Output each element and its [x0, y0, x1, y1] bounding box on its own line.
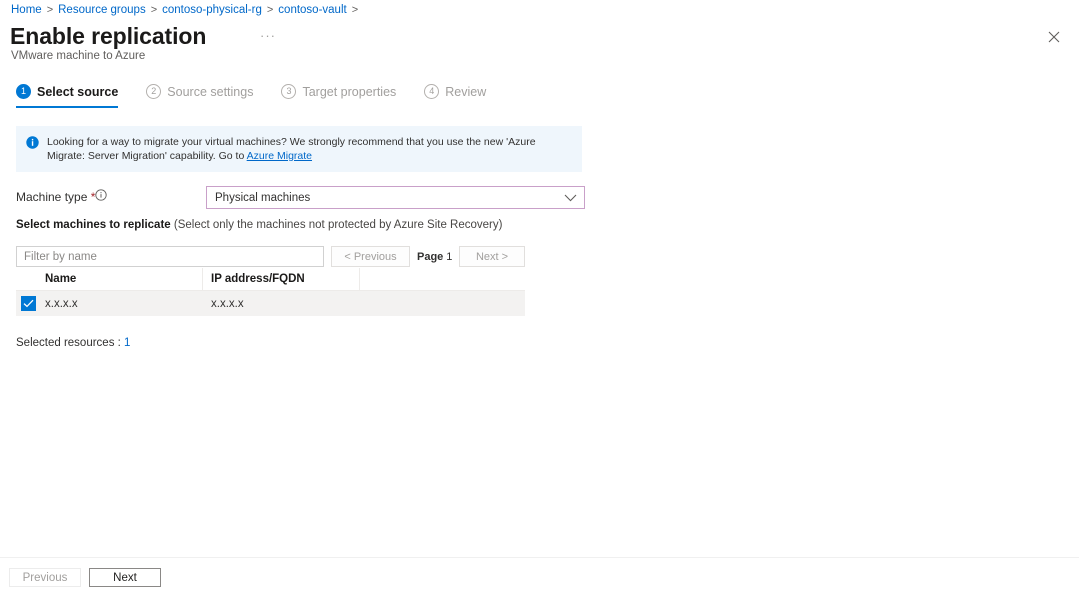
breadcrumb-item-home[interactable]: Home — [11, 2, 42, 18]
table-header-row: Name IP address/FQDN — [16, 267, 525, 291]
table-header-extra — [360, 268, 525, 291]
table-row-checkbox-cell — [16, 296, 45, 311]
breadcrumb: Home > Resource groups > contoso-physica… — [11, 2, 358, 18]
selected-resources: Selected resources : 1 — [16, 337, 130, 349]
table-header-ip-fqdn: IP address/FQDN — [203, 267, 360, 291]
tab-target-properties[interactable]: 3 Target properties — [281, 84, 410, 108]
page-number: 1 — [446, 250, 453, 263]
tab-label: Source settings — [167, 84, 254, 99]
select-machines-label: Select machines to replicate (Select onl… — [16, 217, 502, 233]
tab-number: 1 — [16, 84, 31, 99]
machine-type-dropdown[interactable]: Physical machines — [206, 186, 585, 209]
info-icon — [26, 136, 39, 149]
machine-type-label: Machine type * — [16, 190, 95, 204]
breadcrumb-separator: > — [46, 4, 54, 16]
tab-number: 3 — [281, 84, 297, 99]
machine-type-info-button[interactable] — [95, 188, 107, 206]
info-banner: Looking for a way to migrate your virtua… — [16, 126, 582, 172]
tab-review[interactable]: 4 Review — [424, 84, 500, 108]
breadcrumb-separator: > — [351, 4, 359, 16]
more-options-button[interactable]: ··· — [260, 29, 276, 43]
table-row-name: x.x.x.x — [45, 297, 78, 310]
breadcrumb-item-contoso-vault[interactable]: contoso-vault — [278, 2, 346, 18]
previous-page-button[interactable]: < Previous — [331, 246, 410, 267]
footer-actions: Previous Next — [9, 568, 161, 587]
page-indicator-label: Page — [417, 250, 444, 263]
tab-label: Target properties — [302, 84, 397, 99]
info-circle-icon — [95, 188, 107, 206]
machine-type-value: Physical machines — [215, 191, 311, 204]
row-checkbox[interactable] — [21, 296, 36, 311]
breadcrumb-item-contoso-physical-rg[interactable]: contoso-physical-rg — [162, 2, 262, 18]
chevron-down-icon — [564, 194, 577, 202]
close-icon — [1048, 30, 1060, 48]
select-machines-title: Select machines to replicate — [16, 219, 171, 231]
breadcrumb-separator: > — [266, 4, 274, 16]
machine-type-label-text: Machine type — [16, 190, 88, 204]
page-indicator: Page 1 — [417, 246, 452, 267]
filter-by-name-input[interactable] — [16, 246, 324, 267]
close-button[interactable] — [1039, 24, 1069, 54]
selected-resources-label: Selected resources : — [16, 337, 121, 349]
select-machines-note: (Select only the machines not protected … — [173, 219, 503, 231]
tab-label: Review — [445, 84, 487, 99]
machines-table: Name IP address/FQDN x.x.x.x x.x.x.x — [16, 267, 525, 316]
enable-replication-page: Home > Resource groups > contoso-physica… — [0, 0, 1079, 596]
next-button[interactable]: Next — [89, 568, 161, 587]
previous-button[interactable]: Previous — [9, 568, 81, 587]
breadcrumb-separator: > — [150, 4, 158, 16]
info-banner-text: Looking for a way to migrate your virtua… — [47, 135, 563, 163]
tab-label: Select source — [37, 84, 119, 99]
azure-migrate-link[interactable]: Azure Migrate — [247, 150, 312, 162]
footer-separator — [0, 557, 1079, 558]
tab-number: 4 — [424, 84, 440, 99]
tab-number: 2 — [146, 84, 162, 99]
breadcrumb-item-resource-groups[interactable]: Resource groups — [58, 2, 146, 18]
page-title: Enable replication — [10, 23, 207, 49]
selected-resources-count: 1 — [124, 337, 131, 349]
table-row[interactable]: x.x.x.x x.x.x.x — [16, 291, 525, 316]
wizard-tabs: 1 Select source 2 Source settings 3 Targ… — [16, 84, 514, 108]
table-row-ip: x.x.x.x — [211, 297, 244, 310]
tab-source-settings[interactable]: 2 Source settings — [146, 84, 267, 108]
next-page-button[interactable]: Next > — [459, 246, 525, 267]
page-subtitle: VMware machine to Azure — [11, 50, 146, 62]
table-header-name: Name — [45, 267, 203, 291]
tab-select-source[interactable]: 1 Select source — [16, 84, 132, 108]
